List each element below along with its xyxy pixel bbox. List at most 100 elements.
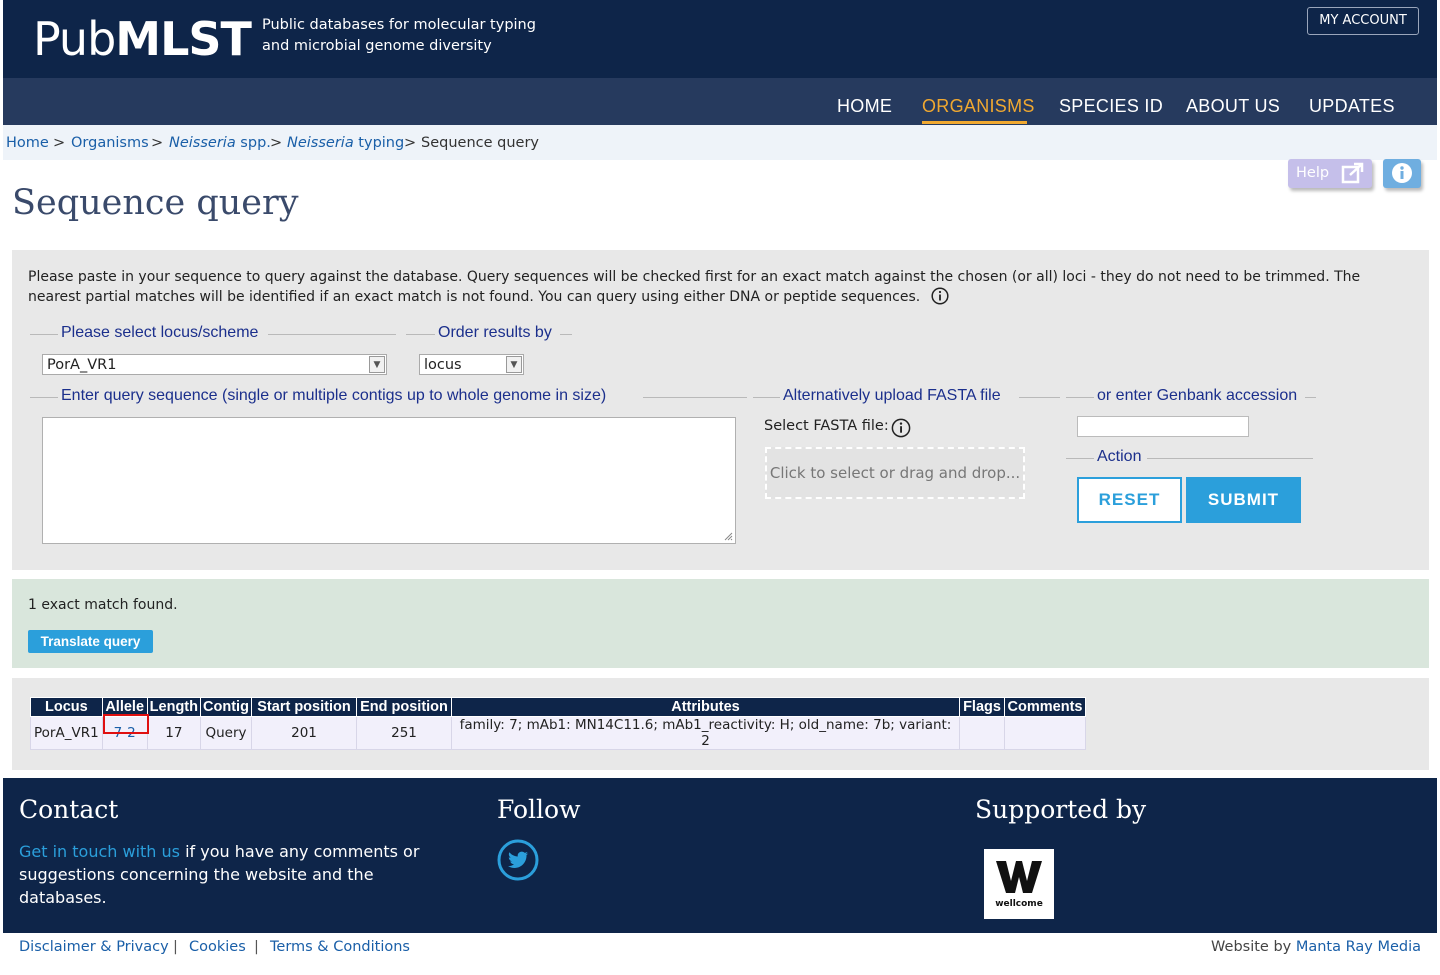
fasta-legend: Alternatively upload FASTA file bbox=[783, 387, 1001, 404]
breadcrumb-typing-italic: Neisseria bbox=[287, 135, 354, 151]
locus-legend: Please select locus/scheme bbox=[61, 324, 259, 341]
resize-handle-icon[interactable] bbox=[724, 532, 733, 541]
col-header-contig[interactable]: Contig bbox=[200, 697, 252, 717]
credit-prefix: Website by bbox=[1211, 939, 1296, 955]
col-header-comments[interactable]: Comments bbox=[1004, 697, 1086, 717]
nav-species-id[interactable]: SPECIES ID bbox=[1059, 96, 1163, 117]
contact-link[interactable]: Get in touch with us bbox=[19, 842, 180, 861]
wellcome-w-mark bbox=[996, 861, 1042, 893]
cell-attributes: family: 7; mAb1: MN14C11.6; mAb1_reactiv… bbox=[451, 716, 960, 750]
table-header-row: Locus Allele Length Contig Start positio… bbox=[30, 697, 1086, 717]
pubmlst-logo[interactable]: PubMLST bbox=[33, 12, 252, 66]
fieldset-border bbox=[406, 334, 435, 335]
help-button[interactable]: Help bbox=[1288, 159, 1372, 188]
fieldset-border bbox=[643, 397, 747, 398]
twitter-icon[interactable] bbox=[497, 839, 539, 881]
website-credit: Website by Manta Ray Media bbox=[1211, 939, 1421, 955]
fieldset-border bbox=[30, 397, 58, 398]
col-header-flags[interactable]: Flags bbox=[959, 697, 1005, 717]
genbank-accession-input[interactable] bbox=[1077, 416, 1249, 437]
match-result-panel bbox=[12, 579, 1429, 668]
fieldset-border bbox=[268, 334, 396, 335]
breadcrumb-current: Sequence query bbox=[421, 135, 539, 151]
cell-end: 251 bbox=[356, 716, 452, 750]
logo-light-text: Pub bbox=[33, 12, 116, 66]
info-icon[interactable] bbox=[931, 287, 949, 305]
breadcrumb-organisms[interactable]: Organisms bbox=[71, 135, 149, 151]
order-select-value: locus bbox=[424, 357, 462, 373]
chevron-down-icon[interactable]: ▼ bbox=[506, 356, 522, 373]
fieldset-border bbox=[560, 334, 572, 335]
footer-link-separator: | bbox=[254, 939, 259, 955]
submit-button[interactable]: SUBMIT bbox=[1186, 477, 1301, 523]
translate-query-button[interactable]: Translate query bbox=[28, 630, 153, 653]
breadcrumb-genus-italic: Neisseria bbox=[169, 135, 236, 151]
match-summary: 1 exact match found. bbox=[28, 597, 178, 613]
cell-start: 201 bbox=[251, 716, 357, 750]
cell-locus: PorA_VR1 bbox=[30, 716, 103, 750]
cell-comments bbox=[1004, 716, 1086, 750]
breadcrumb-separator: > bbox=[151, 135, 164, 151]
col-header-start[interactable]: Start position bbox=[251, 697, 357, 717]
nav-home[interactable]: HOME bbox=[837, 96, 892, 117]
fieldset-border bbox=[753, 397, 780, 398]
col-header-length[interactable]: Length bbox=[146, 697, 202, 717]
breadcrumb-separator: > bbox=[270, 135, 283, 151]
site-tagline: Public databases for molecular typing an… bbox=[262, 15, 536, 57]
col-header-end[interactable]: End position bbox=[356, 697, 452, 717]
locus-select[interactable]: PorA_VR1 bbox=[42, 354, 387, 375]
nav-updates[interactable]: UPDATES bbox=[1309, 96, 1395, 117]
disclaimer-link[interactable]: Disclaimer & Privacy bbox=[19, 939, 169, 955]
locus-select-value: PorA_VR1 bbox=[47, 357, 117, 373]
fasta-file-label: Select FASTA file: bbox=[764, 418, 889, 434]
footer-contact-heading: Contact bbox=[19, 795, 119, 824]
fasta-dropzone[interactable]: Click to select or drag and drop... bbox=[765, 447, 1025, 499]
action-legend: Action bbox=[1097, 448, 1142, 465]
external-link-icon bbox=[1341, 162, 1364, 184]
query-intro-text: Please paste in your sequence to query a… bbox=[28, 269, 1361, 305]
genbank-legend: or enter Genbank accession bbox=[1097, 387, 1298, 404]
cell-flags bbox=[959, 716, 1005, 750]
footer-link-separator: | bbox=[173, 939, 178, 955]
manta-ray-media-link[interactable]: Manta Ray Media bbox=[1296, 939, 1421, 955]
allele-highlight-box bbox=[103, 714, 149, 734]
reset-button[interactable]: RESET bbox=[1077, 477, 1182, 523]
col-header-locus[interactable]: Locus bbox=[30, 697, 103, 717]
fieldset-border bbox=[1066, 397, 1094, 398]
footer-follow-heading: Follow bbox=[497, 795, 581, 824]
cell-contig: Query bbox=[200, 716, 252, 750]
page-title: Sequence query bbox=[12, 183, 299, 223]
wellcome-text: wellcome bbox=[995, 899, 1043, 909]
info-button[interactable] bbox=[1383, 159, 1421, 188]
nav-active-underline bbox=[922, 121, 1027, 124]
nav-about-us[interactable]: ABOUT US bbox=[1186, 96, 1280, 117]
wellcome-logo-icon[interactable]: wellcome bbox=[984, 849, 1054, 919]
fieldset-border bbox=[1066, 458, 1094, 459]
terms-link[interactable]: Terms & Conditions bbox=[270, 939, 410, 955]
chevron-down-icon[interactable]: ▼ bbox=[369, 356, 385, 373]
query-sequence-textarea[interactable] bbox=[42, 417, 736, 544]
table-row: PorA_VR1 7-2 17 Query 201 251 family: 7;… bbox=[30, 716, 1086, 750]
my-account-button[interactable]: MY ACCOUNT bbox=[1307, 7, 1419, 35]
nav-organisms[interactable]: ORGANISMS bbox=[922, 96, 1035, 117]
tagline-line-1: Public databases for molecular typing bbox=[262, 17, 536, 33]
help-label: Help bbox=[1296, 165, 1330, 181]
footer-supported-heading: Supported by bbox=[975, 795, 1147, 824]
info-icon[interactable] bbox=[891, 418, 911, 438]
breadcrumb-typing-text: typing bbox=[353, 135, 405, 151]
breadcrumb-separator: > bbox=[53, 135, 66, 151]
breadcrumb-home[interactable]: Home bbox=[6, 135, 49, 151]
fieldset-border bbox=[1305, 397, 1316, 398]
cookies-link[interactable]: Cookies bbox=[189, 939, 246, 955]
cell-length: 17 bbox=[146, 716, 202, 750]
results-table: Locus Allele Length Contig Start positio… bbox=[30, 697, 1086, 750]
tagline-line-2: and microbial genome diversity bbox=[262, 38, 492, 54]
breadcrumb-neisseria-typing[interactable]: Neisseria typing bbox=[287, 135, 404, 151]
fieldset-border bbox=[1147, 458, 1313, 459]
sequence-legend: Enter query sequence (single or multiple… bbox=[61, 387, 607, 404]
fieldset-border bbox=[30, 334, 58, 335]
breadcrumb-separator: > bbox=[404, 135, 417, 151]
breadcrumb-neisseria-spp[interactable]: Neisseria spp. bbox=[169, 135, 271, 151]
logo-bold-text: MLST bbox=[115, 12, 252, 66]
col-header-attributes[interactable]: Attributes bbox=[451, 697, 960, 717]
